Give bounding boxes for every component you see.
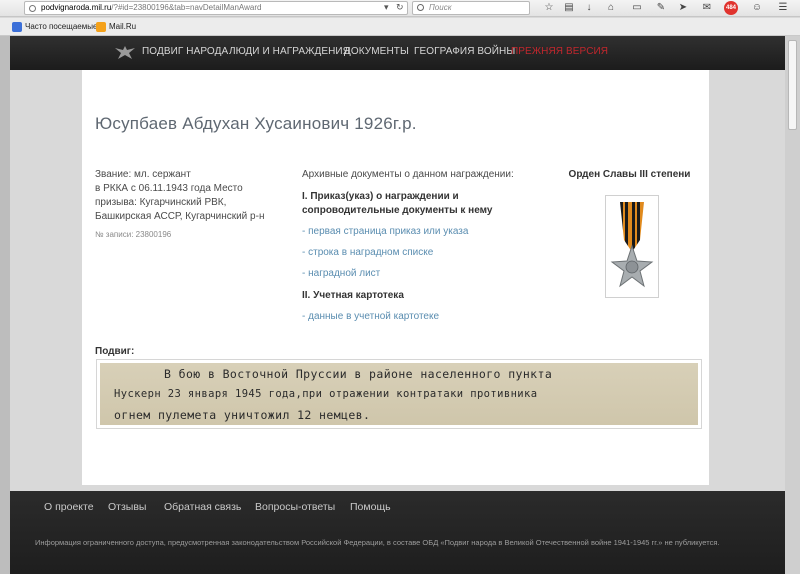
reload-icon[interactable]: ↻ [396, 0, 404, 14]
link-order-first-page[interactable]: - первая страница приказ или указа [302, 225, 542, 239]
site-nav: ПОДВИГ НАРОДА ЛЮДИ И НАГРАЖДЕНИЯ ДОКУМЕН… [10, 36, 785, 70]
mailru-icon [96, 22, 106, 32]
feat-scan-frame: В бою в Восточной Пруссии в районе насел… [96, 359, 702, 429]
page-title: Юсупбаев Абдухан Хусаинович 1926г.р. [95, 114, 417, 133]
content-panel: Юсупбаев Абдухан Хусаинович 1926г.р. Зва… [82, 70, 709, 485]
info-line: в РККА с 06.11.1943 года Место [95, 183, 243, 194]
window-left-edge [0, 36, 10, 574]
eagle-logo-icon[interactable] [114, 45, 136, 61]
info-line: призыва: Кугарчинский РВК, [95, 197, 227, 208]
url-host: podvignaroda.mil.ru [41, 3, 112, 12]
nav-item-documents[interactable]: ДОКУМЕНТЫ [344, 46, 409, 57]
feat-line: В бою в Восточной Пруссии в районе насел… [164, 367, 553, 381]
download-icon[interactable]: ↓ [582, 1, 596, 15]
pen-icon[interactable]: ✎ [654, 1, 668, 15]
home-icon[interactable]: ⌂ [604, 1, 618, 15]
award-title: Орден Славы III степени [568, 169, 691, 180]
footer-link-faq[interactable]: Вопросы-ответы [255, 501, 335, 513]
scrollbar-thumb[interactable] [788, 40, 797, 130]
link-card-index-data[interactable]: - данные в учетной картотеке [302, 310, 542, 324]
footer-link-reviews[interactable]: Отзывы [108, 501, 146, 513]
bookmark-folder-icon [12, 22, 22, 32]
search-placeholder: Поиск [429, 3, 452, 12]
info-line: Звание: мл. сержант [95, 169, 191, 180]
record-number: № записи: 23800196 [95, 230, 172, 239]
feat-line: Нускерн 23 января 1945 года,при отражени… [114, 388, 538, 400]
site-info-icon[interactable] [29, 5, 36, 12]
footer-link-help[interactable]: Помощь [350, 501, 391, 513]
feat-line: огнем пулемета уничтожил 12 немцев. [114, 408, 371, 422]
pointer-icon[interactable]: ➤ [676, 1, 690, 15]
link-award-list-row[interactable]: - строка в наградном списке [302, 246, 542, 260]
archive-documents: Архивные документы о данном награждении:… [302, 168, 542, 324]
nav-item-people[interactable]: ЛЮДИ И НАГРАЖДЕНИЯ [229, 46, 350, 57]
bookmark-mailru[interactable]: Mail.Ru [96, 21, 136, 33]
award-block: Орден Славы III степени [567, 168, 692, 298]
url-path: /?#id=23800196&tab=navDetailManAward [111, 3, 262, 12]
badge-icon[interactable]: 484 [724, 1, 738, 15]
feat-scan-image: В бою в Восточной Пруссии в районе насел… [100, 363, 698, 425]
nav-item-geography[interactable]: ГЕОГРАФИЯ ВОЙНЫ [414, 46, 515, 57]
bookmark-label: Mail.Ru [109, 22, 137, 31]
chat-icon[interactable]: ▭ [630, 1, 644, 15]
section-card-index: II. Учетная картотека [302, 290, 404, 301]
feat-label: Подвиг: [95, 346, 135, 357]
browser-toolbar: podvignaroda.mil.ru/?#id=23800196&tab=na… [0, 0, 800, 17]
search-icon [417, 4, 424, 11]
bookmark-label: Часто посещаемые [25, 22, 98, 31]
order-of-glory-icon [610, 202, 654, 288]
link-award-sheet[interactable]: - наградной лист [302, 267, 542, 281]
award-image[interactable] [605, 195, 659, 298]
mail-icon[interactable]: ✉ [700, 1, 714, 15]
footer-link-feedback[interactable]: Обратная связь [164, 501, 241, 513]
search-input[interactable]: Поиск [412, 1, 530, 15]
clipboard-icon[interactable]: ▤ [562, 1, 576, 15]
section-order: I. Приказ(указ) о награждении и сопровод… [302, 191, 493, 216]
menu-icon[interactable]: ☰ [776, 1, 790, 15]
documents-caption: Архивные документы о данном награждении: [302, 169, 514, 180]
person-info: Звание: мл. сержант в РККА с 06.11.1943 … [95, 168, 295, 242]
address-bar[interactable]: podvignaroda.mil.ru/?#id=23800196&tab=na… [24, 1, 408, 15]
bookmark-frequent[interactable]: Часто посещаемые [12, 21, 97, 33]
bookmark-star-icon[interactable]: ☆ [542, 1, 556, 15]
dropdown-icon[interactable]: ▾ [384, 0, 389, 14]
footer-note: Информация ограниченного доступа, предус… [35, 538, 720, 547]
info-line: Башкирская АССР, Кугарчинский р-н [95, 211, 265, 222]
smiley-icon[interactable]: ☺ [750, 1, 764, 15]
bookmarks-bar: Часто посещаемые Mail.Ru [0, 18, 800, 36]
nav-item-podvig[interactable]: ПОДВИГ НАРОДА [142, 46, 228, 57]
site-footer: О проекте Отзывы Обратная связь Вопросы-… [10, 491, 785, 574]
footer-link-about[interactable]: О проекте [44, 501, 94, 513]
nav-item-old-version[interactable]: ПРЕЖНЯЯ ВЕРСИЯ [511, 46, 608, 57]
